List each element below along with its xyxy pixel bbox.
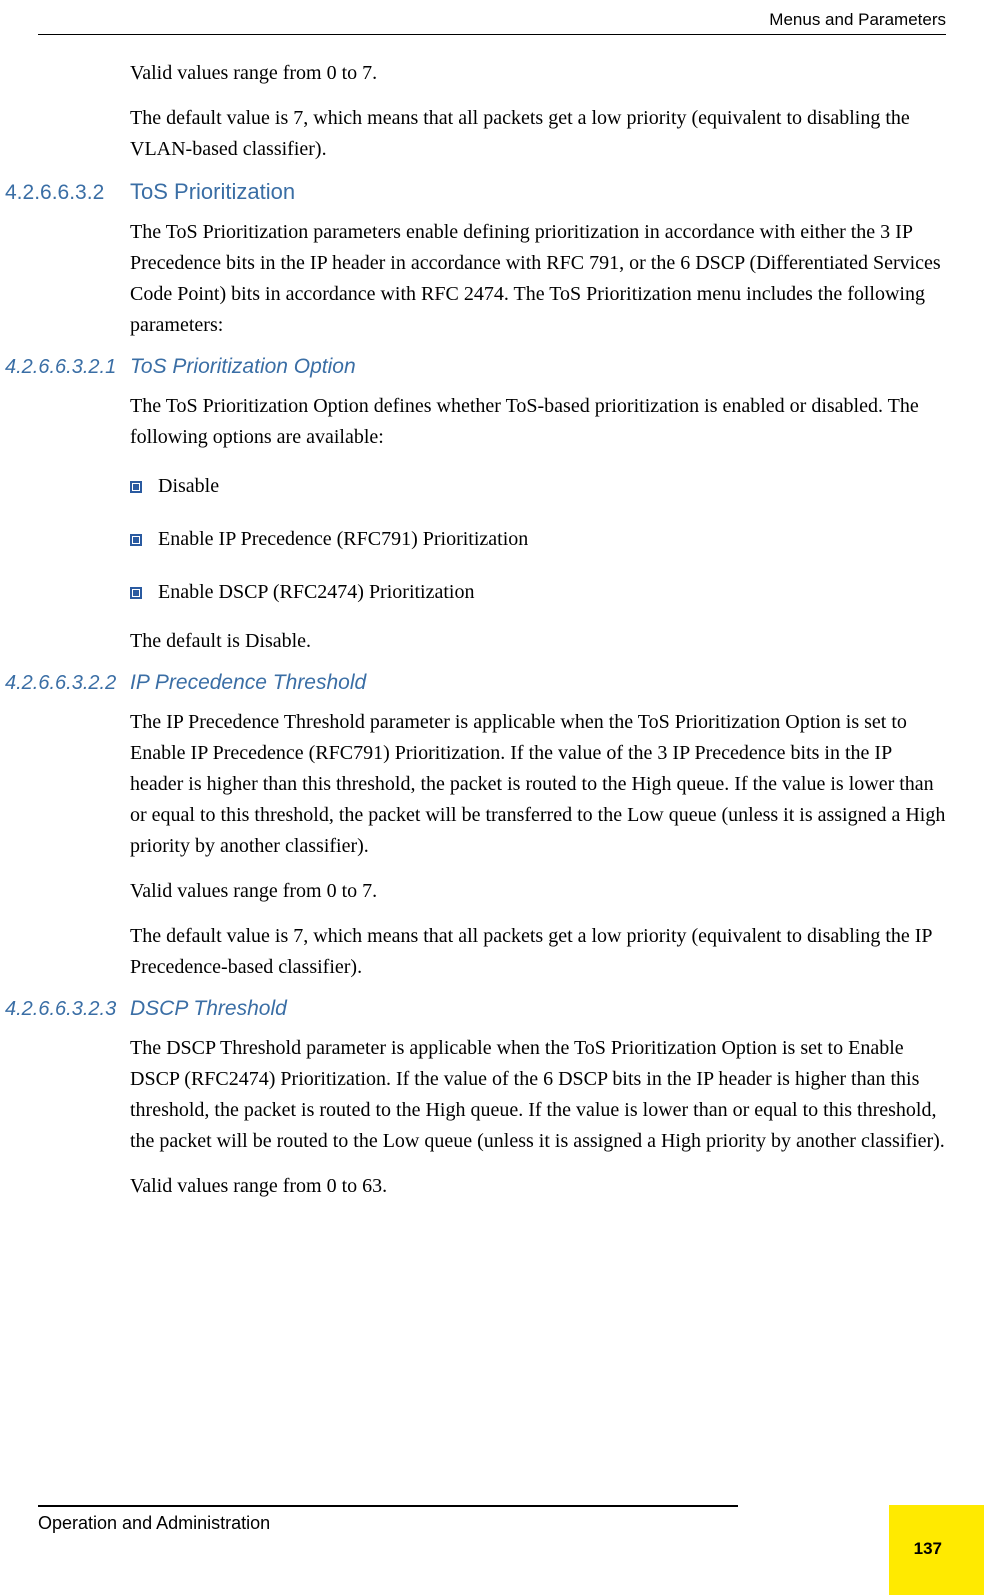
- document-page: Menus and Parameters Valid values range …: [0, 0, 984, 1595]
- list-item: Disable: [130, 475, 946, 498]
- list-item-text: Enable IP Precedence (RFC791) Prioritiza…: [158, 528, 528, 551]
- square-bullet-icon: [130, 587, 142, 599]
- footer-rule: [38, 1505, 738, 1507]
- subsection-number: 4.2.6.6.3.2.2: [5, 672, 130, 695]
- subsection-title: ToS Prioritization Option: [130, 355, 356, 379]
- square-bullet-icon: [130, 534, 142, 546]
- page-footer: Operation and Administration 137: [0, 1505, 984, 1595]
- intro-paragraph-2: The default value is 7, which means that…: [130, 103, 946, 165]
- section-heading: 4.2.6.6.3.2 ToS Prioritization: [5, 179, 946, 205]
- subsection-1-body: The ToS Prioritization Option defines wh…: [130, 391, 946, 453]
- page-content: Valid values range from 0 to 7. The defa…: [0, 58, 984, 1216]
- footer-chapter-label: Operation and Administration: [38, 1513, 270, 1534]
- header-rule: [38, 34, 946, 35]
- intro-paragraph-1: Valid values range from 0 to 7.: [130, 58, 946, 89]
- subsection-title: DSCP Threshold: [130, 997, 287, 1021]
- subsection-2-p3: The default value is 7, which means that…: [130, 921, 946, 983]
- square-bullet-icon: [130, 481, 142, 493]
- subsection-number: 4.2.6.6.3.2.1: [5, 356, 130, 379]
- subsection-3-p2: Valid values range from 0 to 63.: [130, 1171, 946, 1202]
- list-item: Enable IP Precedence (RFC791) Prioritiza…: [130, 528, 946, 551]
- subsection-heading-1: 4.2.6.6.3.2.1 ToS Prioritization Option: [5, 355, 946, 379]
- section-title: ToS Prioritization: [130, 179, 295, 205]
- section-body: The ToS Prioritization parameters enable…: [130, 217, 946, 341]
- list-item-text: Enable DSCP (RFC2474) Prioritization: [158, 581, 474, 604]
- subsection-2-p1: The IP Precedence Threshold parameter is…: [130, 707, 946, 862]
- subsection-heading-2: 4.2.6.6.3.2.2 IP Precedence Threshold: [5, 671, 946, 695]
- subsection-2-p2: Valid values range from 0 to 7.: [130, 876, 946, 907]
- bullet-list: Disable Enable IP Precedence (RFC791) Pr…: [130, 475, 946, 604]
- subsection-title: IP Precedence Threshold: [130, 671, 366, 695]
- subsection-1-default: The default is Disable.: [130, 626, 946, 657]
- header-section-label: Menus and Parameters: [769, 10, 946, 30]
- page-number: 137: [914, 1539, 942, 1559]
- list-item-text: Disable: [158, 475, 219, 498]
- subsection-number: 4.2.6.6.3.2.3: [5, 998, 130, 1021]
- subsection-3-p1: The DSCP Threshold parameter is applicab…: [130, 1033, 946, 1157]
- subsection-heading-3: 4.2.6.6.3.2.3 DSCP Threshold: [5, 997, 946, 1021]
- list-item: Enable DSCP (RFC2474) Prioritization: [130, 581, 946, 604]
- section-number: 4.2.6.6.3.2: [5, 181, 130, 205]
